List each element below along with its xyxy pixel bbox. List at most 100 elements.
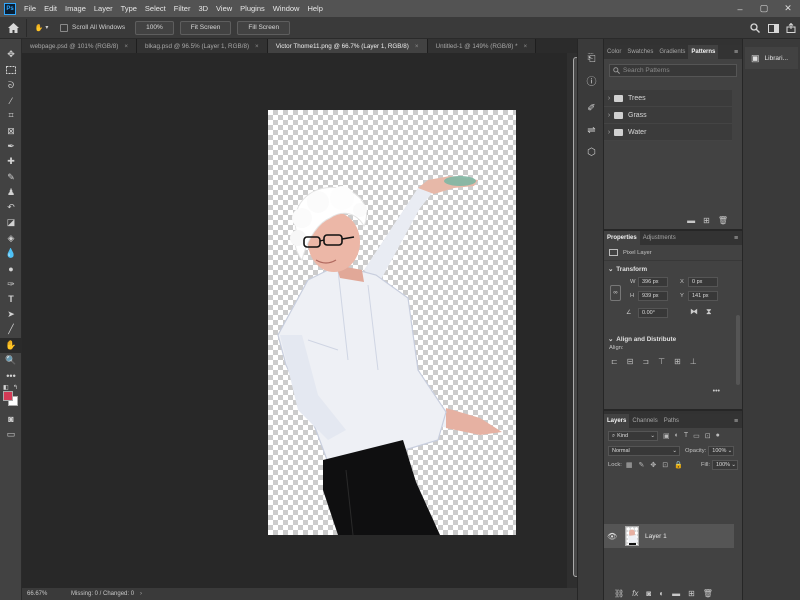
new-pattern-icon[interactable]: ⊞ [703,216,710,225]
magic-wand-tool-icon[interactable]: ⁄ [0,93,22,108]
new-layer-icon[interactable]: ⊞ [688,589,695,598]
3d-icon[interactable]: ⬡ [578,141,605,163]
workspace-icon[interactable] [764,19,782,37]
visibility-eye-icon[interactable]: 👁 [607,532,621,541]
panel-menu-icon[interactable]: ≡ [730,414,742,428]
menu-image[interactable]: Image [61,0,90,17]
menu-filter[interactable]: Filter [170,0,195,17]
crop-tool-icon[interactable]: ⌗ [0,108,22,123]
menu-edit[interactable]: Edit [40,0,61,17]
menu-help[interactable]: Help [303,0,326,17]
layer-name[interactable]: Layer 1 [645,533,667,540]
fill-field[interactable]: 100% ⌄ [712,460,738,470]
eyedropper-tool-icon[interactable]: ✒ [0,139,22,154]
vertical-scrollbar[interactable] [567,53,579,588]
trash-icon[interactable]: 🗑 [718,216,728,225]
share-icon[interactable] [782,19,800,37]
quick-mask-icon[interactable]: ◙ [0,412,22,427]
tab-layers[interactable]: Layers [604,414,630,428]
opacity-field[interactable]: 100% ⌄ [708,446,735,456]
height-field[interactable]: 939 px [638,291,668,301]
doc-tab[interactable]: Untitled-1 @ 149% (RGB/8) * × [427,39,537,53]
tab-patterns[interactable]: Patterns [688,45,719,59]
layer-row[interactable]: 👁 Layer 1 [604,524,734,548]
lock-transparency-icon[interactable]: ▦ [626,461,633,469]
menu-file[interactable]: File [20,0,40,17]
properties-scrollbar[interactable] [736,315,740,385]
align-section-header[interactable]: ⌄ Align and Distribute [604,333,742,345]
default-colors-icon[interactable]: ◧ [3,384,9,391]
dodge-tool-icon[interactable]: ● [0,261,22,276]
align-top-icon[interactable]: ⊤ [658,357,665,366]
path-selection-tool-icon[interactable]: ➤ [0,307,22,322]
new-group-icon[interactable]: ▬ [672,589,680,598]
brush-tool-icon[interactable]: ✎ [0,169,22,184]
width-field[interactable]: 396 px [638,277,668,287]
tab-channels[interactable]: Channels [629,414,660,428]
zoom-level[interactable]: 66.67% [27,591,67,597]
doc-tab[interactable]: blkag.psd @ 96.5% (Layer 1, RGB/8) × [137,39,268,53]
tab-paths[interactable]: Paths [661,414,682,428]
filter-adjustment-icon[interactable]: ◐ [675,432,679,440]
layer-mask-icon[interactable]: ◙ [646,589,651,598]
screen-mode-icon[interactable]: ▭ [0,427,22,442]
layer-style-icon[interactable]: fx [632,589,638,598]
maximize-icon[interactable]: ▢ [752,0,776,17]
zoom-100-button[interactable]: 100% [135,20,174,35]
transform-section-header[interactable]: ⌄ Transform [604,263,742,275]
pattern-folder-grass[interactable]: › Grass [604,107,732,124]
info-icon[interactable]: ⓘ [578,69,605,91]
x-field[interactable]: 0 px [688,277,718,287]
align-bottom-icon[interactable]: ⊥ [690,357,697,366]
tab-adjustments[interactable]: Adjustments [640,231,679,245]
swap-colors-icon[interactable]: ↰ [13,384,18,391]
link-layers-icon[interactable]: ⛓ [614,589,624,598]
close-icon[interactable]: × [415,43,419,50]
healing-brush-tool-icon[interactable]: ✚ [0,154,22,169]
minimize-icon[interactable]: – [728,0,752,17]
blur-tool-icon[interactable]: 💧 [0,246,22,261]
clone-stamp-tool-icon[interactable]: ♟ [0,185,22,200]
history-icon[interactable]: ⎗ [578,47,605,69]
panel-menu-icon[interactable]: ≡ [730,45,742,59]
menu-view[interactable]: View [212,0,236,17]
align-center-h-icon[interactable]: ⊟ [627,357,634,366]
tab-properties[interactable]: Properties [604,231,640,245]
filter-shape-icon[interactable]: ▭ [693,432,700,440]
lock-artboard-icon[interactable]: ⊡ [662,461,668,469]
marquee-tool-icon[interactable] [0,62,22,77]
menu-window[interactable]: Window [269,0,304,17]
doc-tab-active[interactable]: Victor Thome11.png @ 66.7% (Layer 1, RGB… [267,39,428,53]
menu-type[interactable]: Type [117,0,141,17]
color-swatches[interactable]: ◧ ↰ [0,384,21,412]
home-icon[interactable] [0,19,26,37]
hand-tool-icon[interactable]: ✋ ▾ [26,18,56,37]
type-tool-icon[interactable]: T [0,292,22,307]
chevron-right-icon[interactable]: › [604,129,614,136]
scroll-all-windows-checkbox[interactable]: Scroll All Windows [60,23,125,32]
filter-type-icon[interactable]: T [684,432,688,440]
pen-tool-icon[interactable]: ✑ [0,276,22,291]
close-icon[interactable]: × [124,43,128,50]
search-icon[interactable] [746,19,764,37]
search-patterns-input[interactable]: Search Patterns [609,64,737,77]
close-icon[interactable]: × [255,43,259,50]
trash-icon[interactable]: 🗑 [703,589,713,598]
lock-position-icon[interactable]: ✥ [650,461,656,469]
zoom-tool-icon[interactable]: 🔍 [0,353,22,368]
line-tool-icon[interactable]: ╱ [0,322,22,337]
lasso-tool-icon[interactable]: ᘐ [0,78,22,93]
document-canvas[interactable] [268,110,516,536]
tab-gradients[interactable]: Gradients [656,45,688,59]
foreground-color-swatch[interactable] [3,390,13,401]
align-left-icon[interactable]: ⊏ [611,357,618,366]
menu-3d[interactable]: 3D [194,0,212,17]
brush-settings-icon[interactable]: ✐ [578,97,605,119]
align-right-icon[interactable]: ⊐ [642,357,649,366]
menu-plugins[interactable]: Plugins [236,0,269,17]
paint-bucket-tool-icon[interactable]: ◈ [0,231,22,246]
menu-select[interactable]: Select [141,0,170,17]
adjustment-layer-icon[interactable]: ◐ [659,589,664,598]
filter-toggle-icon[interactable]: ● [716,432,720,440]
checkbox-icon[interactable] [60,23,68,32]
